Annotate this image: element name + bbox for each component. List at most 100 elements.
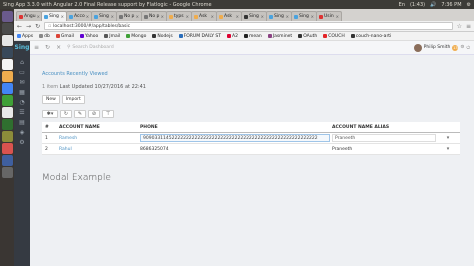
chrome-icon[interactable] — [1, 83, 13, 94]
bookmark-item[interactable]: Jasminet — [267, 34, 292, 39]
envelope-icon[interactable]: ✉ — [19, 79, 24, 89]
col-account-name[interactable]: ACCOUNT NAME — [56, 125, 138, 130]
power-icon[interactable]: ⏻ — [466, 45, 470, 51]
table-row[interactable]: 1 Ramesh 9090331145222222222222222222222… — [42, 133, 460, 144]
tab-close-icon[interactable]: × — [211, 14, 214, 19]
forward-icon[interactable]: → — [26, 23, 31, 30]
browser-tab[interactable]: Sing × — [91, 11, 117, 21]
app-logo[interactable]: Sing — [15, 44, 30, 51]
bookmark-item[interactable]: Jmail — [104, 34, 120, 39]
tab-close-icon[interactable]: × — [37, 14, 40, 19]
settings-icon[interactable]: ⚙ — [467, 2, 471, 8]
bookmark-item[interactable]: db — [39, 34, 50, 39]
browser-tab[interactable]: Ask × — [216, 11, 242, 21]
app-icon-white[interactable] — [1, 107, 13, 118]
filter-button[interactable]: ⊤ — [102, 110, 114, 118]
tab-close-icon[interactable]: × — [61, 14, 64, 19]
tab-close-icon[interactable]: × — [161, 14, 164, 19]
close-icon[interactable]: × — [56, 44, 61, 51]
row-dropdown-caret-icon[interactable]: ▾ — [447, 146, 450, 152]
app-icon-green[interactable] — [1, 95, 13, 106]
new-button[interactable]: New — [42, 95, 60, 104]
monitor-icon[interactable]: ▭ — [19, 69, 25, 79]
app-icon-blue[interactable] — [1, 155, 13, 166]
tab-close-icon[interactable]: × — [86, 14, 89, 19]
account-name-link[interactable]: Ramesh — [56, 136, 138, 141]
browser-tab[interactable]: Angu × — [16, 11, 42, 21]
user-menu[interactable]: Philip Smith 13 ⚙ ⏻ — [413, 43, 470, 52]
settings-icon[interactable]: ⚙ — [19, 139, 24, 149]
reload-icon[interactable]: ↻ — [35, 23, 40, 30]
tab-close-icon[interactable]: × — [261, 14, 264, 19]
chart-icon[interactable]: ◔ — [19, 99, 24, 109]
tab-close-icon[interactable]: × — [236, 14, 239, 19]
browser-tab[interactable]: Usin × — [316, 11, 342, 21]
col-phone[interactable]: PHONE — [138, 125, 330, 130]
alias-input[interactable]: Praneeth — [332, 134, 436, 142]
bookmark-item[interactable]: COUCH — [323, 34, 345, 39]
refresh-button[interactable]: ↻ — [60, 110, 72, 118]
text-editor-icon[interactable] — [1, 35, 13, 46]
tab-close-icon[interactable]: × — [136, 14, 139, 19]
browser-tab[interactable]: Ask × — [191, 11, 217, 21]
app-icon-red[interactable] — [1, 143, 13, 154]
trash-icon[interactable] — [1, 167, 13, 178]
table-row[interactable]: 2 Rahul 8686325074 Praneeth ▾ — [42, 144, 460, 155]
bookmark-item[interactable]: Nodejs — [152, 34, 173, 39]
layers-icon[interactable]: ☰ — [19, 109, 24, 119]
settings-dropdown-button[interactable]: ✱▾ — [42, 110, 58, 118]
bookmark-item[interactable]: FORUM DAILY ST — [178, 34, 221, 39]
battery-status[interactable]: (1:43) — [410, 2, 425, 8]
row-dropdown-caret-icon[interactable]: ▾ — [447, 135, 450, 141]
phone-input[interactable]: 9090331145222222222222222222222222222222… — [140, 134, 330, 142]
bookmark-item[interactable]: couch-nano-arti — [350, 34, 391, 39]
tab-close-icon[interactable]: × — [336, 14, 339, 19]
import-button[interactable]: Import — [61, 95, 85, 104]
col-alias[interactable]: ACCOUNT NAME ALIAS — [330, 125, 436, 130]
settings-icon[interactable]: ⚙ — [460, 45, 464, 50]
dash-icon[interactable] — [1, 11, 13, 22]
browser-tab[interactable]: Sing × — [291, 11, 317, 21]
clock[interactable]: 7:36 PM — [441, 2, 461, 8]
account-name-link[interactable]: Rahul — [56, 147, 138, 152]
bookmark-item[interactable]: Apps — [17, 34, 33, 39]
map-icon[interactable]: ◈ — [20, 129, 25, 139]
browser-tab[interactable]: No p × — [116, 11, 142, 21]
document-icon[interactable] — [1, 59, 13, 70]
bookmark-item[interactable]: Yahoo — [80, 34, 98, 39]
bookmark-item[interactable]: Gmail — [55, 34, 74, 39]
search-field[interactable]: ⚲ Search Dashboard — [67, 45, 114, 50]
tab-close-icon[interactable]: × — [186, 14, 189, 19]
table-icon[interactable]: ▤ — [19, 119, 25, 129]
menu-icon[interactable]: ≡ — [466, 23, 471, 30]
edit-button[interactable]: ✎ — [74, 110, 86, 118]
link-button[interactable]: ⊘ — [88, 110, 100, 118]
tab-close-icon[interactable]: × — [286, 14, 289, 19]
notification-badge[interactable]: 13 — [452, 44, 459, 51]
browser-tab[interactable]: Acco × — [66, 11, 92, 21]
bookmark-item[interactable]: A2 — [227, 34, 238, 39]
app-icon-dark-green[interactable] — [1, 119, 13, 130]
bookmark-star-icon[interactable]: ☆ — [457, 23, 462, 30]
files-folder-icon[interactable] — [1, 71, 13, 82]
browser-tab[interactable]: No p × — [141, 11, 167, 21]
app-icon-olive[interactable] — [1, 131, 13, 142]
tab-close-icon[interactable]: × — [111, 14, 114, 19]
bookmark-item[interactable]: mean — [243, 34, 262, 39]
browser-tab[interactable]: Sing × — [41, 11, 67, 21]
system-tray[interactable]: En (1:43) 🔊 7:36 PM ⚙ — [399, 2, 471, 8]
refresh-icon[interactable]: ↻ — [45, 44, 50, 51]
files-icon[interactable] — [1, 47, 13, 58]
browser-tab[interactable]: Sing × — [241, 11, 267, 21]
terminal-icon[interactable] — [1, 23, 13, 34]
grid-icon[interactable]: ▦ — [19, 89, 25, 99]
back-icon[interactable]: ← — [17, 23, 22, 30]
browser-tab[interactable]: Sing × — [266, 11, 292, 21]
menu-toggle-icon[interactable]: ≡ — [34, 44, 39, 51]
tab-close-icon[interactable]: × — [311, 14, 314, 19]
volume-icon[interactable]: 🔊 — [430, 2, 436, 8]
bookmark-item[interactable]: Mongo — [126, 34, 146, 39]
home-icon[interactable]: ⌂ — [20, 59, 24, 69]
keyboard-layout[interactable]: En — [399, 2, 405, 8]
address-bar[interactable]: ▫ localhost:3000/#/app/tables/basic — [44, 22, 453, 30]
